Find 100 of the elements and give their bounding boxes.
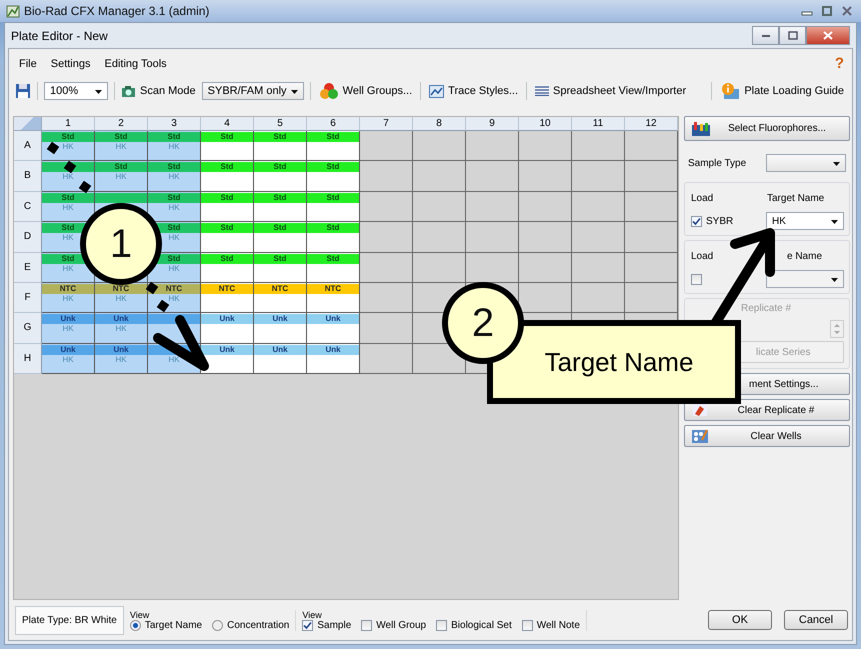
plate-well[interactable]: NTC <box>307 282 360 314</box>
scan-mode-dropdown[interactable]: SYBR/FAM only <box>202 82 304 100</box>
view-radio[interactable]: Concentration <box>212 620 290 630</box>
column-header[interactable]: 8 <box>413 117 466 131</box>
view-checkbox[interactable]: Biological Set <box>436 620 512 630</box>
plate-well[interactable]: Unk HK <box>42 313 95 344</box>
caret-icon <box>290 90 298 94</box>
close-button[interactable] <box>806 26 850 45</box>
select-fluorophores-button[interactable]: Select Fluorophores... <box>684 116 850 141</box>
column-header[interactable]: 4 <box>201 117 254 131</box>
plate-well[interactable]: Std HK <box>148 161 201 192</box>
plate-well[interactable]: Std <box>254 131 307 162</box>
load-checkbox[interactable] <box>691 274 702 284</box>
column-header[interactable]: 7 <box>360 117 413 131</box>
row-header[interactable]: G <box>14 313 42 344</box>
load-checkbox[interactable] <box>691 216 702 226</box>
plate-well[interactable]: Std <box>254 192 307 222</box>
row-header[interactable]: E <box>14 252 42 283</box>
plate-well[interactable]: Std <box>201 222 254 253</box>
plate-well[interactable]: Unk <box>307 313 360 344</box>
plate-well[interactable]: Std <box>307 131 360 162</box>
sample-type-tag: Unk <box>307 344 359 355</box>
maximize-icon[interactable] <box>819 5 835 17</box>
menu-item[interactable]: Editing Tools <box>104 58 167 70</box>
plate-well[interactable]: Unk <box>201 313 254 344</box>
toolbar-button[interactable]: Trace Styles... <box>427 82 520 100</box>
menu-item[interactable]: Settings <box>50 58 90 70</box>
plate-well[interactable]: Unk <box>201 344 254 374</box>
sample-type-dropdown[interactable] <box>766 154 846 172</box>
column-header[interactable]: 1 <box>42 117 95 131</box>
view-checkbox[interactable]: Well Group <box>361 620 426 630</box>
plate-well[interactable]: Std <box>307 252 360 283</box>
target-name-dropdown[interactable]: HK <box>766 212 844 230</box>
column-header[interactable]: 10 <box>519 117 572 131</box>
plate-well[interactable]: Unk HK <box>95 313 148 344</box>
column-header[interactable]: 3 <box>148 117 201 131</box>
plate-well[interactable]: NTC HK <box>42 282 95 314</box>
sample-type-tag: Std <box>307 162 359 172</box>
column-header[interactable]: 6 <box>307 117 360 131</box>
plate-well[interactable]: Std HK <box>148 192 201 222</box>
plate-well[interactable]: Unk <box>307 344 360 374</box>
row-header[interactable]: H <box>14 344 42 374</box>
plate-well[interactable]: Std <box>254 222 307 253</box>
window-title: Bio-Rad CFX Manager 3.1 (admin) <box>24 4 210 18</box>
side-button[interactable]: Clear Wells <box>684 425 850 447</box>
sample-type-tag <box>95 192 147 203</box>
dialog-button[interactable]: OK <box>708 610 772 630</box>
row-header[interactable]: D <box>14 222 42 253</box>
plate-well[interactable]: NTC <box>254 282 307 314</box>
view-radio[interactable]: Target Name <box>130 620 202 630</box>
column-header[interactable]: 5 <box>254 117 307 131</box>
plate-well[interactable]: Std <box>201 161 254 192</box>
plate-well[interactable]: Std <box>201 252 254 283</box>
caret-icon <box>831 220 838 224</box>
row-header[interactable]: B <box>14 161 42 192</box>
sample-type-tag: Std <box>254 254 306 264</box>
plate-well[interactable]: Std HK <box>148 131 201 162</box>
plate-well[interactable]: Std HK <box>42 131 95 162</box>
plate-well[interactable]: Std <box>201 192 254 222</box>
plate-well[interactable]: Std <box>307 192 360 222</box>
column-header[interactable]: 12 <box>625 117 678 131</box>
row-header[interactable]: F <box>14 282 42 314</box>
maximize-button[interactable] <box>779 26 806 45</box>
column-header[interactable]: 2 <box>95 117 148 131</box>
plate-well[interactable]: Unk HK <box>42 344 95 374</box>
plate-well[interactable]: Unk <box>254 344 307 374</box>
plate-well[interactable]: Std <box>254 252 307 283</box>
column-header[interactable]: 9 <box>466 117 519 131</box>
plate-loading-guide-button[interactable]: Plate Loading Guide <box>718 80 846 102</box>
plate-well[interactable]: NTC <box>201 282 254 314</box>
dialog-button[interactable]: Cancel <box>784 610 848 630</box>
plate-well[interactable]: Std HK <box>42 192 95 222</box>
replicate-spinner[interactable] <box>830 320 844 338</box>
plate-well[interactable]: Unk <box>254 313 307 344</box>
plate-well[interactable]: Unk HK <box>95 344 148 374</box>
toolbar-button[interactable]: Spreadsheet View/Importer <box>533 83 688 99</box>
column-header[interactable]: 11 <box>572 117 625 131</box>
plate-well[interactable]: Std <box>307 161 360 192</box>
view-label: View <box>302 610 323 620</box>
app-icon <box>6 4 20 18</box>
row-header[interactable]: A <box>14 131 42 162</box>
view-checkbox[interactable]: Well Note <box>522 620 580 630</box>
minimize-button[interactable] <box>752 26 779 45</box>
plate-well[interactable]: Std HK <box>95 161 148 192</box>
plate-well[interactable]: Std <box>254 161 307 192</box>
save-icon[interactable] <box>15 83 31 99</box>
view-checkbox[interactable]: Sample <box>302 620 352 630</box>
toolbar-button[interactable]: Well Groups... <box>316 80 414 102</box>
target-label: HK <box>62 202 74 213</box>
sample-type-tag: Unk <box>254 314 306 324</box>
row-header[interactable]: C <box>14 192 42 222</box>
target-name-dropdown[interactable] <box>766 270 844 288</box>
side-button[interactable]: Clear Replicate # <box>684 399 850 421</box>
plate-well[interactable]: Std HK <box>95 131 148 162</box>
zoom-dropdown[interactable]: 100% <box>44 82 108 100</box>
menu-item[interactable]: File <box>19 58 37 70</box>
plate-type-label: Plate Type: BR White <box>15 606 124 634</box>
plate-well[interactable]: Std <box>201 131 254 162</box>
plate-well[interactable]: NTC HK <box>95 282 148 314</box>
plate-well[interactable]: Std <box>307 222 360 253</box>
